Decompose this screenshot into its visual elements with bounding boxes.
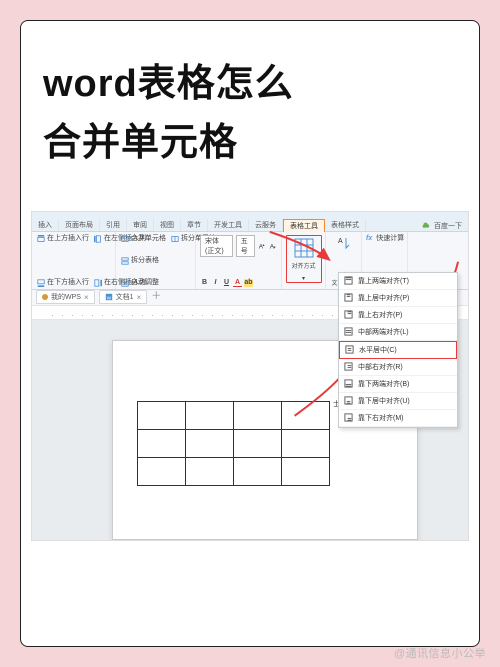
- align-bot-right-icon: [344, 413, 353, 422]
- align-label: 对齐方式: [291, 264, 315, 270]
- title-line-2: 合并单元格: [43, 114, 457, 173]
- align-mid-right-icon: [344, 362, 353, 371]
- tab-sections[interactable]: 章节: [181, 219, 208, 231]
- menu-mid-justify[interactable]: 中部两端对齐(L): [339, 324, 457, 341]
- svg-text:A: A: [338, 238, 343, 245]
- font-name-select[interactable]: 宋体 (正文): [200, 235, 233, 257]
- tab-review[interactable]: 审阅: [127, 219, 154, 231]
- text-direction-icon[interactable]: A: [336, 235, 352, 251]
- col-left-icon: [94, 235, 102, 243]
- group-align: 对齐方式 ▾: [282, 232, 326, 289]
- chevron-down-icon: ▾: [302, 276, 305, 282]
- app-screenshot: 插入 页面布局 引用 审阅 视图 章节 开发工具 云服务 表格工具 表格样式 百…: [31, 211, 469, 541]
- align-mid-justify-icon: [344, 327, 353, 336]
- quick-calc-btn[interactable]: 快速计算: [375, 235, 405, 243]
- user-table[interactable]: [137, 401, 330, 486]
- font-grow-icon[interactable]: A▲: [258, 242, 266, 250]
- wps-logo-icon: [42, 294, 48, 300]
- bold-btn[interactable]: B: [200, 279, 209, 287]
- tab-page-layout[interactable]: 页面布局: [59, 219, 100, 231]
- close-icon[interactable]: ×: [84, 293, 89, 302]
- watermark: @通讯信息小公举: [394, 645, 486, 661]
- app-tab[interactable]: 我的WPS ×: [36, 290, 95, 304]
- insert-row-above[interactable]: 在上方插入行: [36, 235, 90, 243]
- autofit-icon: [121, 279, 129, 287]
- align-top-right-icon: [344, 310, 353, 319]
- menu-mid-right[interactable]: 中部右对齐(R): [339, 359, 457, 376]
- svg-text:W: W: [106, 296, 111, 302]
- font-color-btn[interactable]: A: [233, 279, 242, 287]
- align-bot-center-icon: [344, 396, 353, 405]
- menu-center-center[interactable]: 水平居中(C): [339, 341, 457, 359]
- group-insert-rows: 在上方插入行 在左侧插入列 在下方插入行 在右侧插入列: [32, 232, 116, 289]
- ribbon-tabs: 插入 页面布局 引用 审阅 视图 章节 开发工具 云服务 表格工具 表格样式 百…: [32, 212, 468, 232]
- alignment-grid-icon: [294, 238, 314, 258]
- row-below-icon: [37, 279, 45, 287]
- cloud-search-label: 百度一下: [434, 221, 462, 231]
- svg-text:▲: ▲: [262, 243, 265, 247]
- close-icon[interactable]: ×: [137, 293, 142, 302]
- align-center-center-icon: [345, 345, 354, 354]
- title-block: word表格怎么 合并单元格: [21, 21, 479, 183]
- tab-insert[interactable]: 插入: [32, 219, 59, 231]
- italic-btn[interactable]: I: [211, 279, 220, 287]
- align-bot-justify-icon: [344, 379, 353, 388]
- split-table-btn[interactable]: 拆分表格: [120, 257, 160, 265]
- insert-row-below[interactable]: 在下方插入行: [36, 279, 90, 287]
- font-style-row: B I U A ab: [200, 279, 277, 287]
- tab-references[interactable]: 引用: [100, 219, 127, 231]
- merge-cells-btn[interactable]: 合并单元格: [120, 235, 167, 243]
- split-table-icon: [121, 257, 129, 265]
- menu-top-center[interactable]: 靠上居中对齐(P): [339, 290, 457, 307]
- tab-table-style[interactable]: 表格样式: [325, 219, 366, 231]
- word-doc-icon: W: [105, 293, 113, 301]
- row-above-icon: [37, 235, 45, 243]
- menu-top-right[interactable]: 靠上右对齐(P): [339, 307, 457, 324]
- tab-table-tools[interactable]: 表格工具: [283, 219, 325, 232]
- menu-bot-justify[interactable]: 靠下两端对齐(B): [339, 376, 457, 393]
- font-size-select[interactable]: 五号: [236, 235, 255, 257]
- menu-bot-right[interactable]: 靠下右对齐(M): [339, 410, 457, 427]
- align-top-justify-icon: [344, 276, 353, 285]
- group-font: 宋体 (正文) 五号 A▲ A▼ B I U A ab: [196, 232, 282, 289]
- new-tab-button[interactable]: ＋: [151, 292, 161, 302]
- card-frame: word表格怎么 合并单元格 插入 页面布局 引用 审阅 视图 章节 开发工具 …: [20, 20, 480, 647]
- svg-text:▼: ▼: [273, 245, 276, 249]
- group-merge-split: 合并单元格 拆分单元格 拆分表格 自动调整: [116, 232, 196, 289]
- col-right-icon: [94, 279, 102, 287]
- tab-view[interactable]: 视图: [154, 219, 181, 231]
- fx-icon[interactable]: fx: [366, 235, 372, 242]
- menu-top-justify[interactable]: 靠上两端对齐(T): [339, 273, 457, 290]
- highlight-btn[interactable]: ab: [244, 279, 253, 287]
- underline-btn[interactable]: U: [222, 279, 231, 287]
- alignment-menu: 靠上两端对齐(T) 靠上居中对齐(P) 靠上右对齐(P) 中部两端对齐(L) 水…: [338, 272, 458, 428]
- title-line-1: word表格怎么: [43, 55, 457, 114]
- menu-bot-center[interactable]: 靠下居中对齐(U): [339, 393, 457, 410]
- cloud-icon: [422, 222, 430, 230]
- font-shrink-icon[interactable]: A▼: [269, 242, 277, 250]
- titlebar-search[interactable]: 百度一下: [422, 221, 468, 231]
- align-top-center-icon: [344, 293, 353, 302]
- tab-cloud[interactable]: 云服务: [249, 219, 283, 231]
- tab-dev[interactable]: 开发工具: [208, 219, 249, 231]
- doc-tab[interactable]: W 文档1 ×: [99, 290, 148, 304]
- align-mode-button[interactable]: 对齐方式 ▾: [286, 235, 322, 283]
- autofit-btn[interactable]: 自动调整: [120, 279, 160, 287]
- merge-icon: [121, 235, 129, 243]
- split-icon: [171, 235, 179, 243]
